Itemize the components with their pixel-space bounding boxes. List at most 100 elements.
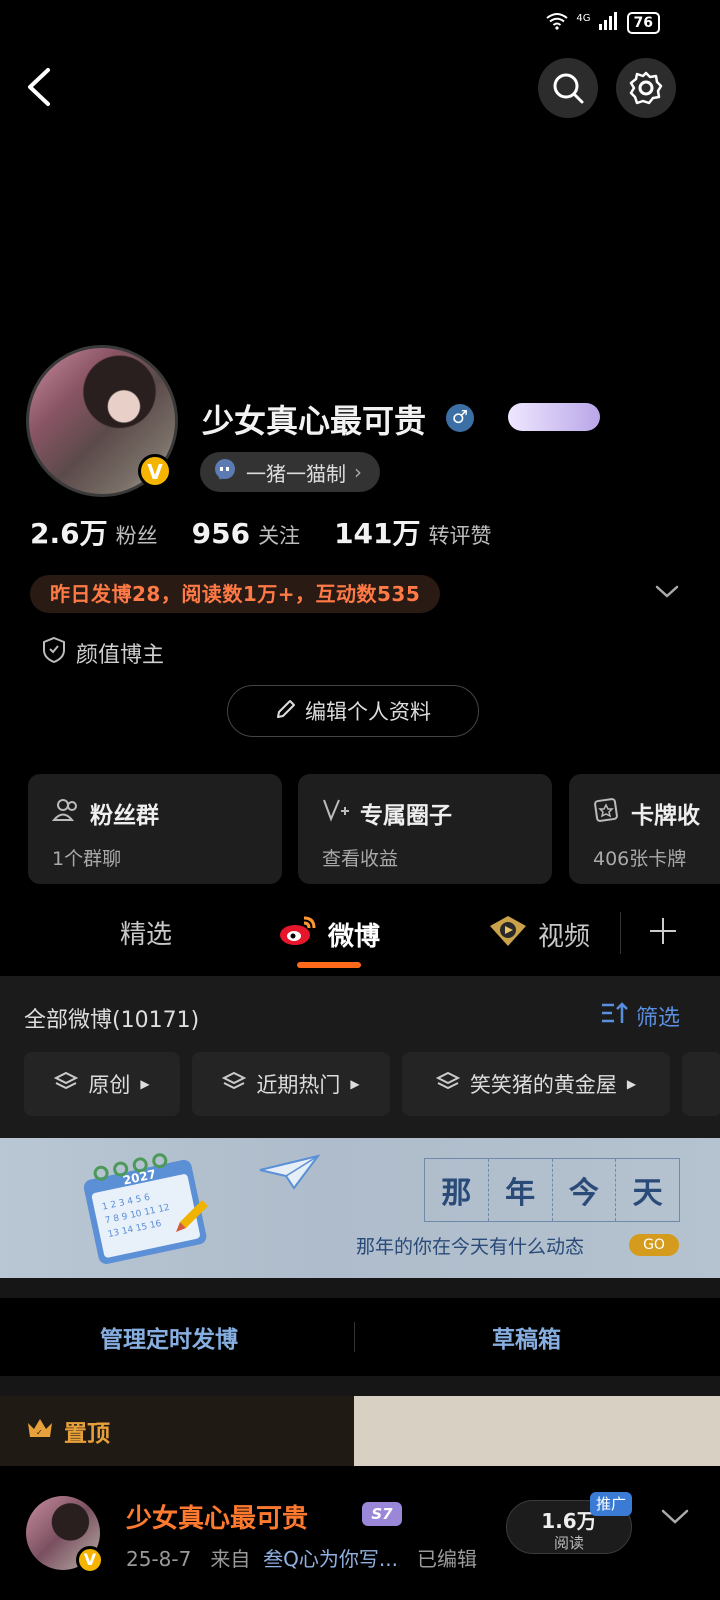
card-title: 粉丝群 <box>90 803 159 829</box>
card-exclusive-circle[interactable]: 专属圈子 查看收益 <box>298 774 552 884</box>
post-author-name[interactable]: 少女真心最可贵 <box>126 1498 308 1535</box>
following-count[interactable]: 956 <box>192 517 250 550</box>
pinned-header: ✓ 置顶 <box>0 1396 354 1466</box>
agency-chip-label: 一猪一猫制 <box>246 461 346 486</box>
edit-profile-button[interactable]: 编辑个人资料 <box>227 685 479 737</box>
network-type: 4G <box>576 12 591 24</box>
post-from-label: 来自 <box>210 1547 251 1571</box>
verified-badge: V <box>76 1546 104 1574</box>
banner-char: 今 <box>553 1159 617 1221</box>
paper-plane-icon <box>259 1154 321 1190</box>
status-bar: 4G 76 <box>546 8 660 38</box>
post-source-link[interactable]: 叁Q心为你写... <box>263 1547 398 1571</box>
search-icon <box>553 73 584 104</box>
caret-right-icon: ▶ <box>350 1077 360 1091</box>
following-label[interactable]: 关注 <box>258 520 300 550</box>
pill-label: 笑笑猪的黄金屋 <box>469 1073 617 1097</box>
weibo-logo-icon <box>278 914 318 955</box>
filter-icon <box>600 1001 628 1031</box>
card-subtitle: 406张卡牌 <box>593 848 687 870</box>
filter-button[interactable]: 筛选 <box>600 1000 680 1032</box>
verified-badge: V <box>138 454 172 488</box>
gear-icon <box>629 71 663 105</box>
svg-text:✓: ✓ <box>36 1428 43 1437</box>
chat-icon <box>212 457 238 488</box>
pill-label: 原创 <box>88 1073 131 1097</box>
on-this-day-title: 那 年 今 天 <box>424 1158 680 1222</box>
card-subtitle: 1个群聊 <box>52 848 122 870</box>
back-button[interactable] <box>20 62 70 112</box>
pencil-icon <box>275 698 297 725</box>
followers-count[interactable]: 2.6万 <box>30 512 108 552</box>
filter-label: 筛选 <box>635 1006 680 1031</box>
creator-tag-label: 颜值博主 <box>76 643 165 668</box>
post-meta: 25-8-7 来自 叁Q心为你写... 已编辑 <box>126 1543 477 1572</box>
post-date: 25-8-7 <box>126 1547 192 1571</box>
divider <box>0 1376 720 1396</box>
search-button[interactable] <box>538 58 598 118</box>
daily-stats-notice[interactable]: 昨日发博28，阅读数1万+，互动数535 <box>30 575 441 613</box>
users-icon <box>51 797 80 829</box>
expand-button[interactable] <box>654 582 680 606</box>
active-tab-indicator <box>297 962 361 968</box>
tab-video[interactable]: 视频 <box>488 914 590 955</box>
calendar-illustration-icon: 2027 1 2 3 4 5 6 7 8 9 10 11 12 13 14 15… <box>83 1153 208 1264</box>
layers-icon <box>435 1070 461 1099</box>
agency-chip[interactable]: 一猪一猫制 › <box>200 452 380 492</box>
engagement-label[interactable]: 转评赞 <box>429 520 492 550</box>
manage-scheduled-button[interactable]: 管理定时发博 <box>100 1320 238 1354</box>
tab-label: 精选 <box>120 920 173 950</box>
pill-more[interactable] <box>682 1052 720 1116</box>
engagement-count[interactable]: 141万 <box>334 512 420 552</box>
pinned-label: 置顶 <box>64 1421 110 1447</box>
settings-button[interactable] <box>616 58 676 118</box>
back-arrow-icon <box>28 68 50 106</box>
battery-indicator: 76 <box>626 12 660 34</box>
creator-tag[interactable]: 颜值博主 <box>42 636 164 670</box>
go-button[interactable]: GO <box>629 1234 679 1256</box>
divider <box>0 1278 720 1298</box>
chevron-down-icon <box>661 1509 689 1524</box>
tab-weibo[interactable]: 微博 <box>278 914 380 955</box>
plus-icon <box>650 918 676 944</box>
edit-profile-label: 编辑个人资料 <box>305 700 431 724</box>
card-subtitle: 查看收益 <box>322 848 399 870</box>
decoration-badge[interactable] <box>508 403 600 431</box>
card-fan-group[interactable]: 粉丝群 1个群聊 <box>28 774 282 884</box>
layers-icon <box>54 1070 79 1099</box>
promote-badge[interactable]: 推广 <box>590 1492 633 1516</box>
tab-divider <box>620 912 621 954</box>
chevron-right-icon: › <box>354 460 362 484</box>
banner-subtitle: 那年的你在今天有什么动态 <box>356 1236 585 1258</box>
signal-icon <box>598 12 619 34</box>
caret-right-icon: ▶ <box>140 1077 150 1091</box>
banner-char: 年 <box>489 1159 553 1221</box>
layers-icon <box>222 1070 247 1099</box>
post-actions-bar: 管理定时发博 草稿箱 <box>0 1298 720 1376</box>
pill-original[interactable]: 原创 ▶ <box>24 1052 180 1116</box>
video-badge-icon <box>488 914 528 955</box>
banner-char: 那 <box>425 1159 489 1221</box>
banner-char: 天 <box>632 1176 663 1211</box>
level-badge: S7 <box>362 1502 402 1526</box>
post-menu-button[interactable] <box>660 1506 690 1532</box>
pill-gold-house[interactable]: 笑笑猪的黄金屋 ▶ <box>402 1052 670 1116</box>
card-icon <box>593 797 621 829</box>
shield-icon <box>42 636 66 670</box>
add-tab-button[interactable] <box>648 916 678 946</box>
all-posts-title: 全部微博(10171) <box>24 1008 200 1033</box>
card-title: 专属圈子 <box>360 803 452 829</box>
crown-icon: ✓ <box>26 1415 54 1447</box>
followers-label[interactable]: 粉丝 <box>116 520 158 550</box>
pill-label: 近期热门 <box>256 1073 341 1097</box>
pinned-decoration <box>354 1396 720 1466</box>
tab-featured[interactable]: 精选 <box>120 914 172 951</box>
profile-stats: 2.6万 粉丝 956 关注 141万 转评赞 <box>30 512 526 552</box>
pill-recent-hot[interactable]: 近期热门 ▶ <box>192 1052 390 1116</box>
post-edited-label: 已编辑 <box>417 1547 478 1571</box>
card-cards[interactable]: 卡牌收 406张卡牌 <box>569 774 720 884</box>
card-title: 卡牌收 <box>631 803 700 829</box>
v-plus-icon <box>322 797 350 829</box>
read-label: 阅读 <box>553 1534 584 1552</box>
drafts-button[interactable]: 草稿箱 <box>492 1320 561 1354</box>
